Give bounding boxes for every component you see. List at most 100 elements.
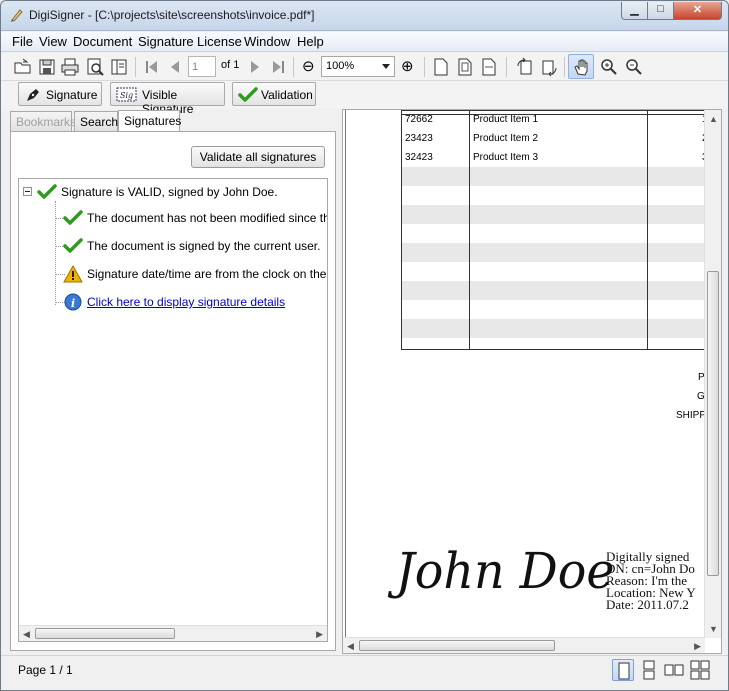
previous-page-icon[interactable] bbox=[165, 57, 185, 77]
zoom-select[interactable]: 100% bbox=[321, 56, 395, 77]
pdf-page: 72662 Product Item 1 1 23423 Product Ite… bbox=[345, 110, 712, 639]
continuous-facing-view-button[interactable] bbox=[689, 659, 711, 681]
single-page-icon[interactable] bbox=[431, 57, 451, 77]
open-folder-icon[interactable] bbox=[13, 57, 33, 77]
single-page-view-button[interactable] bbox=[612, 659, 634, 681]
check-icon bbox=[63, 238, 83, 253]
item-name: Product Item 3 bbox=[473, 152, 539, 163]
tree-item-text: The document has not been modified since… bbox=[87, 211, 327, 225]
check-icon bbox=[63, 210, 83, 225]
item-code: 23423 bbox=[405, 133, 433, 144]
last-page-icon[interactable] bbox=[268, 57, 288, 77]
rotate-right-icon[interactable] bbox=[539, 57, 559, 77]
window-title: DigiSigner - [C:\projects\site\screensho… bbox=[29, 8, 315, 22]
title-bar: DigiSigner - [C:\projects\site\screensho… bbox=[1, 1, 728, 31]
table-row bbox=[402, 319, 712, 338]
signature-details-block: Digitally signed DN: cn=John Do Reason: … bbox=[606, 550, 696, 612]
next-page-icon[interactable] bbox=[245, 57, 265, 77]
document-horizontal-scrollbar[interactable]: ◀ ▶ bbox=[343, 637, 705, 653]
scroll-up-icon[interactable]: ▲ bbox=[709, 114, 718, 124]
tab-signatures[interactable]: Signatures bbox=[118, 110, 181, 131]
menu-bar: File View Document Signature License Win… bbox=[1, 32, 728, 52]
validation-button-label: Validation bbox=[261, 88, 313, 102]
warning-icon bbox=[63, 265, 83, 283]
scroll-down-icon[interactable]: ▼ bbox=[709, 624, 718, 634]
scroll-thumb[interactable] bbox=[35, 628, 175, 639]
tree-horizontal-scrollbar[interactable]: ◀ ▶ bbox=[19, 625, 327, 641]
magnify-in-icon[interactable] bbox=[599, 57, 619, 77]
rotate-left-icon[interactable] bbox=[515, 57, 535, 77]
tab-bookmarks[interactable]: Bookmarks bbox=[10, 111, 76, 131]
facing-view-button[interactable] bbox=[663, 659, 685, 681]
tab-search-label: Search bbox=[80, 115, 119, 129]
menu-help[interactable]: Help bbox=[297, 34, 324, 49]
zoom-value: 100% bbox=[326, 60, 355, 72]
table-row: 23423 Product Item 2 2 bbox=[402, 129, 712, 148]
info-icon: i bbox=[64, 293, 82, 311]
table-header-line bbox=[402, 110, 712, 111]
signature-detail-line: Date: 2011.07.2 bbox=[606, 597, 689, 612]
signature-status-text: Signature is VALID, signed by John Doe. bbox=[61, 185, 278, 199]
table-row bbox=[402, 167, 712, 186]
scroll-thumb[interactable] bbox=[707, 271, 719, 576]
table-column-divider bbox=[647, 110, 648, 350]
visible-signature-graphic[interactable]: John Doe bbox=[396, 542, 615, 600]
fit-width-icon[interactable] bbox=[479, 57, 499, 77]
hand-tool-button[interactable] bbox=[568, 54, 594, 79]
menu-signature[interactable]: Signature bbox=[138, 34, 194, 49]
menu-window[interactable]: Window bbox=[244, 34, 290, 49]
magnify-out-icon[interactable] bbox=[624, 57, 644, 77]
document-vertical-scrollbar[interactable]: ▲ ▼ bbox=[704, 110, 721, 638]
continuous-view-icon bbox=[643, 660, 655, 680]
table-row bbox=[402, 186, 712, 205]
zoom-out-icon[interactable]: ⊖ bbox=[302, 57, 315, 75]
save-icon[interactable] bbox=[37, 57, 57, 77]
svg-text:i: i bbox=[71, 297, 75, 310]
toolbar-separator bbox=[506, 57, 507, 77]
maximize-button[interactable]: □ bbox=[647, 2, 674, 20]
maximize-icon: □ bbox=[657, 3, 664, 15]
item-name: Product Item 2 bbox=[473, 133, 539, 144]
tab-search[interactable]: Search bbox=[74, 111, 118, 131]
tab-bookmarks-label: Bookmarks bbox=[16, 115, 77, 129]
continuous-view-button[interactable] bbox=[638, 659, 660, 681]
validate-all-signatures-button[interactable]: Validate all signatures bbox=[191, 146, 325, 168]
table-row: 72662 Product Item 1 1 bbox=[402, 110, 712, 129]
table-row: 32423 Product Item 3 3 bbox=[402, 148, 712, 167]
hand-icon bbox=[574, 59, 588, 76]
menu-view[interactable]: View bbox=[39, 34, 67, 49]
zoom-in-icon[interactable]: ⊕ bbox=[401, 57, 414, 75]
tree-item-text: The document is signed by the current us… bbox=[87, 239, 321, 253]
status-bar: Page 1 / 1 bbox=[1, 655, 728, 690]
table-row bbox=[402, 281, 712, 300]
fit-page-icon[interactable] bbox=[455, 57, 475, 77]
invoice-table: 72662 Product Item 1 1 23423 Product Ite… bbox=[401, 110, 712, 350]
table-row bbox=[402, 243, 712, 262]
minimize-button[interactable]: ▁ bbox=[621, 2, 648, 20]
validation-button[interactable]: Validation bbox=[232, 82, 316, 106]
scroll-right-icon[interactable]: ▶ bbox=[316, 629, 323, 640]
toolbar-separator bbox=[293, 57, 294, 77]
pen-icon bbox=[11, 9, 23, 22]
scroll-right-icon[interactable]: ▶ bbox=[694, 641, 701, 652]
close-button[interactable]: ✕ bbox=[673, 2, 722, 20]
page-layout-icon[interactable] bbox=[109, 57, 129, 77]
chevron-down-icon bbox=[382, 64, 390, 69]
scroll-thumb[interactable] bbox=[359, 640, 555, 651]
menu-file[interactable]: File bbox=[12, 34, 33, 49]
menu-license[interactable]: License bbox=[197, 34, 242, 49]
menu-document[interactable]: Document bbox=[73, 34, 132, 49]
visible-signature-button[interactable]: Sig Visible Signature bbox=[110, 82, 225, 116]
scroll-left-icon[interactable]: ◀ bbox=[347, 641, 354, 652]
signature-button[interactable]: Signature bbox=[18, 82, 102, 106]
signature-details-link[interactable]: Click here to display signature details bbox=[87, 295, 285, 309]
first-page-icon[interactable] bbox=[142, 57, 162, 77]
print-preview-icon[interactable] bbox=[85, 57, 105, 77]
table-row bbox=[402, 262, 712, 281]
scroll-left-icon[interactable]: ◀ bbox=[23, 629, 30, 640]
collapse-icon[interactable] bbox=[23, 187, 32, 196]
print-icon[interactable] bbox=[60, 57, 80, 77]
fountain-pen-icon bbox=[27, 89, 39, 101]
check-icon bbox=[238, 87, 258, 102]
page-number-input[interactable] bbox=[188, 56, 216, 77]
